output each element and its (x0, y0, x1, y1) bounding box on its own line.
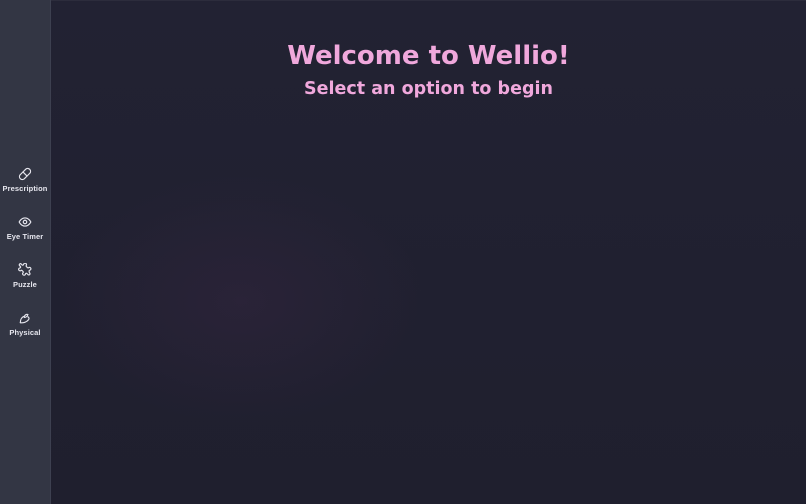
sidebar-item-eye-timer[interactable]: Eye Timer (0, 213, 51, 261)
page-subtitle: Select an option to begin (304, 79, 553, 99)
app-window: Prescription Eye Timer Puzzle Physical W… (0, 0, 806, 504)
sidebar-item-puzzle[interactable]: Puzzle (0, 261, 51, 309)
sidebar-item-physical[interactable]: Physical (0, 309, 51, 357)
activity-icon (18, 311, 32, 325)
pill-icon (18, 167, 32, 181)
sidebar-item-label: Puzzle (13, 280, 37, 289)
page-title: Welcome to Wellio! (287, 41, 570, 71)
sidebar: Prescription Eye Timer Puzzle Physical (0, 0, 51, 504)
sidebar-item-prescription[interactable]: Prescription (0, 165, 51, 213)
eye-icon (18, 215, 32, 229)
sidebar-item-label: Physical (9, 328, 41, 337)
puzzle-icon (18, 263, 32, 277)
welcome-header: Welcome to Wellio! Select an option to b… (51, 41, 806, 99)
sidebar-item-label: Prescription (2, 184, 48, 193)
main-content: Welcome to Wellio! Select an option to b… (51, 0, 806, 504)
sidebar-item-label: Eye Timer (6, 232, 44, 241)
